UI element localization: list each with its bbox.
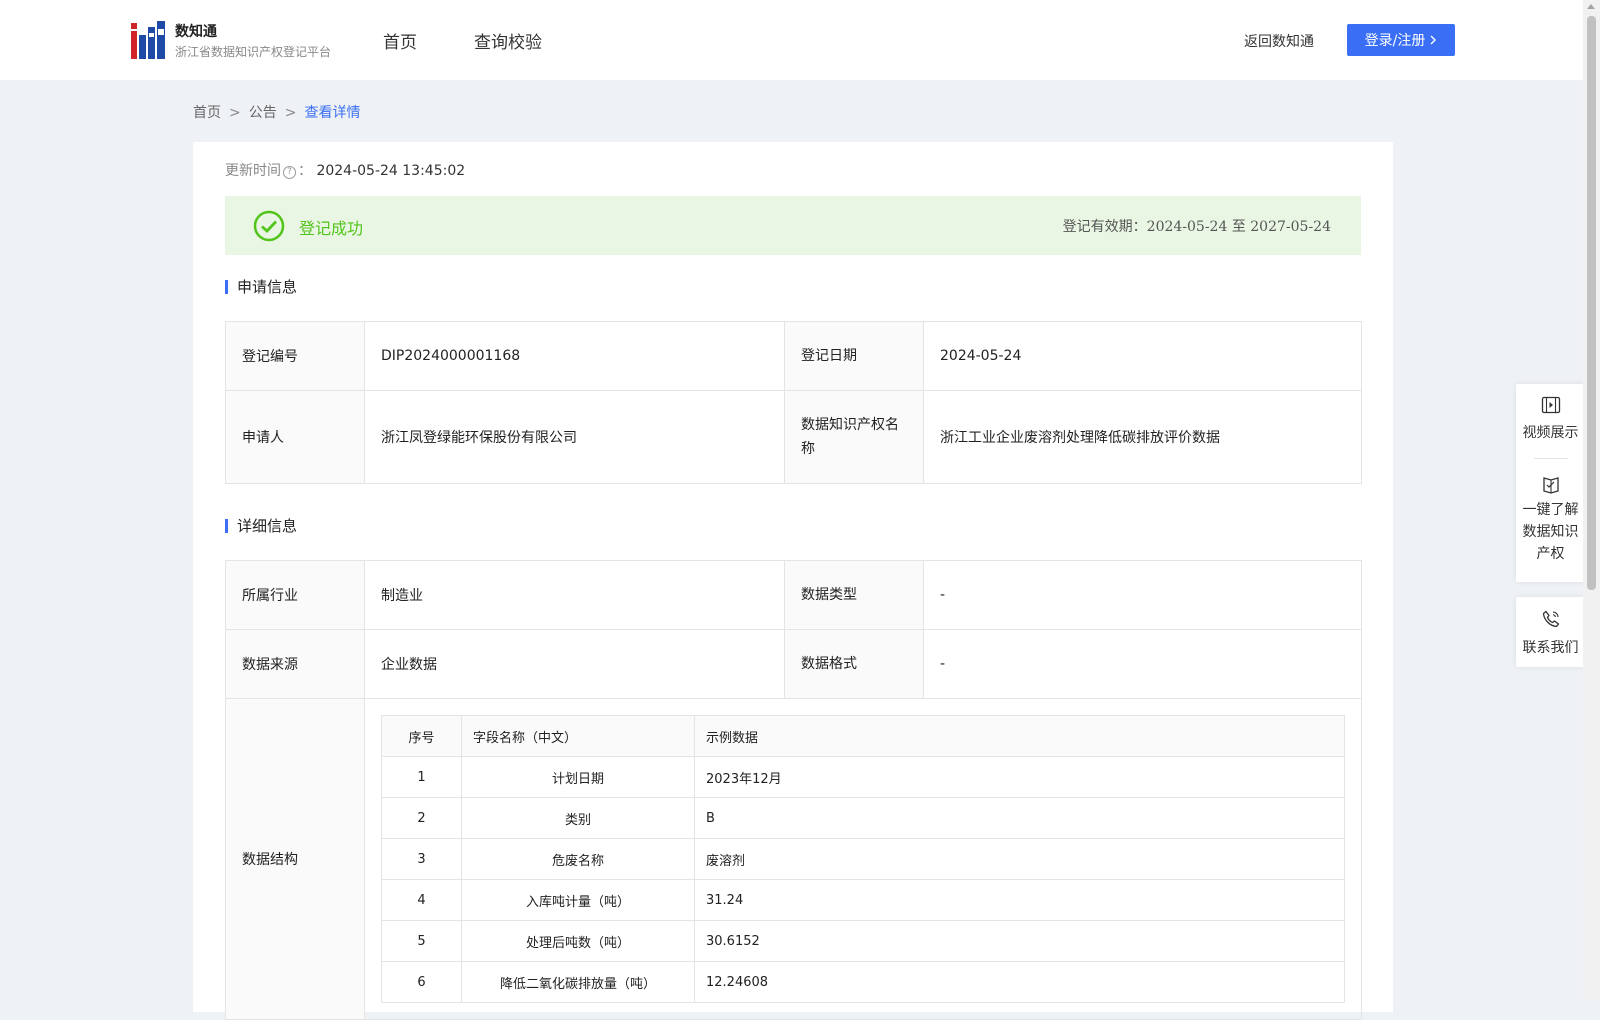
table-row: 1 计划日期 2023年12月 [381, 756, 1345, 798]
detail-info-table: 所属行业 制造业 数据类型 - 数据来源 企业数据 数据格式 - 数据结构 序号… [225, 560, 1362, 1020]
source-label: 数据来源 [225, 629, 365, 699]
table-row: 所属行业 制造业 数据类型 - [225, 560, 1362, 630]
back-to-shuzhitong-link[interactable]: 返回数知通 [1244, 31, 1314, 51]
structure-cell: 序号 字段名称（中文） 示例数据 1 计划日期 2023年12月 2 类别 B … [364, 698, 1362, 1020]
side-panel-primary: 视频展示 一键了解 数据知识 产权 [1516, 384, 1585, 582]
row-index: 2 [381, 797, 462, 839]
row-index: 1 [381, 756, 462, 798]
reg-date-label: 登记日期 [784, 321, 924, 391]
side-panel-contact: 联系我们 [1516, 597, 1585, 667]
video-icon [1541, 396, 1560, 414]
learn-data-ip-button[interactable]: 一键了解 数据知识 产权 [1516, 459, 1585, 565]
breadcrumb: 首页 > 公告 > 查看详情 [193, 105, 361, 121]
col-field-name-header: 字段名称（中文） [461, 715, 695, 757]
status-banner: 登记成功 登记有效期：2024-05-24 至 2027-05-24 [225, 196, 1361, 255]
nav-home[interactable]: 首页 [383, 28, 417, 53]
table-row: 数据结构 序号 字段名称（中文） 示例数据 1 计划日期 2023年12月 2 … [225, 698, 1362, 1020]
phone-icon [1542, 610, 1559, 628]
row-field-name: 危废名称 [461, 838, 695, 880]
book-icon [1542, 477, 1559, 494]
row-field-name: 入库吨计量（吨） [461, 879, 695, 921]
row-index: 3 [381, 838, 462, 880]
applicant-value: 浙江凤登绿能环保股份有限公司 [364, 390, 785, 484]
format-value: - [923, 629, 1362, 699]
ip-name-value: 浙江工业企业废溶剂处理降低碳排放评价数据 [923, 390, 1362, 484]
learn-line-2: 数据知识 [1522, 524, 1579, 540]
format-label: 数据格式 [784, 629, 924, 699]
site-logo[interactable] [131, 21, 165, 59]
brand-subtitle: 浙江省数据知识产权登记平台 [175, 45, 332, 59]
learn-line-1: 一键了解 [1522, 502, 1579, 518]
detail-card: 更新时间?： 2024-05-24 13:45:02 登记成功 登记有效期：20… [193, 142, 1393, 1020]
contact-us-label: 联系我们 [1522, 640, 1579, 656]
application-info-table: 登记编号 DIP2024000001168 登记日期 2024-05-24 申请… [225, 321, 1362, 484]
structure-table: 序号 字段名称（中文） 示例数据 1 计划日期 2023年12月 2 类别 B … [381, 715, 1345, 1003]
row-field-name: 类别 [461, 797, 695, 839]
application-info-title: 申请信息 [225, 280, 297, 295]
ip-name-label: 数据知识产权名称 [784, 390, 924, 484]
brand-name: 数知通 [175, 24, 217, 40]
help-icon[interactable]: ? [283, 165, 296, 179]
table-row: 3 危废名称 废溶剂 [381, 838, 1345, 880]
video-showcase-label: 视频展示 [1522, 425, 1579, 441]
col-sample-header: 示例数据 [694, 715, 1345, 757]
nav-query-verify[interactable]: 查询校验 [474, 28, 542, 53]
breadcrumb-current: 查看详情 [304, 105, 361, 121]
table-row: 6 降低二氧化碳排放量（吨） 12.24608 [381, 961, 1345, 1003]
industry-label: 所属行业 [225, 560, 365, 630]
reg-no-label: 登记编号 [225, 321, 365, 391]
table-row: 登记编号 DIP2024000001168 登记日期 2024-05-24 [225, 321, 1362, 391]
validity-value: 2024-05-24 至 2027-05-24 [1146, 219, 1331, 235]
chevron-right-icon [1430, 35, 1437, 45]
row-sample: 废溶剂 [694, 838, 1345, 880]
row-sample: 12.24608 [694, 961, 1345, 1003]
row-sample: 31.24 [694, 879, 1345, 921]
row-index: 4 [381, 879, 462, 921]
reg-date-value: 2024-05-24 [923, 321, 1362, 391]
row-field-name: 降低二氧化碳排放量（吨） [461, 961, 695, 1003]
validity-label: 登记有效期： [1062, 219, 1147, 235]
row-index: 5 [381, 920, 462, 962]
login-register-button[interactable]: 登录/注册 [1347, 24, 1455, 56]
row-sample: 2023年12月 [694, 756, 1345, 798]
scroll-thumb[interactable] [1587, 16, 1596, 590]
data-type-value: - [923, 560, 1362, 630]
industry-value: 制造业 [364, 560, 785, 630]
breadcrumb-notice[interactable]: 公告 [249, 105, 277, 121]
applicant-label: 申请人 [225, 390, 365, 484]
video-showcase-button[interactable]: 视频展示 [1516, 384, 1585, 458]
row-field-name: 处理后吨数（吨） [461, 920, 695, 962]
table-row: 5 处理后吨数（吨） 30.6152 [381, 920, 1345, 962]
check-circle-icon [253, 210, 285, 242]
row-index: 6 [381, 961, 462, 1003]
row-sample: B [694, 797, 1345, 839]
update-time: 更新时间?： 2024-05-24 13:45:02 [225, 163, 466, 179]
top-header: 数知通 浙江省数据知识产权登记平台 首页 查询校验 返回数知通 登录/注册 [0, 0, 1583, 80]
contact-us-button[interactable]: 联系我们 [1516, 597, 1585, 657]
update-time-value: 2024-05-24 13:45:02 [316, 163, 466, 179]
login-register-label: 登录/注册 [1364, 33, 1426, 49]
detail-info-title: 详细信息 [225, 519, 297, 534]
table-row: 4 入库吨计量（吨） 31.24 [381, 879, 1345, 921]
learn-line-3: 产权 [1536, 546, 1565, 562]
row-sample: 30.6152 [694, 920, 1345, 962]
table-row: 申请人 浙江凤登绿能环保股份有限公司 数据知识产权名称 浙江工业企业废溶剂处理降… [225, 390, 1362, 484]
data-type-label: 数据类型 [784, 560, 924, 630]
table-row: 数据来源 企业数据 数据格式 - [225, 629, 1362, 699]
breadcrumb-home[interactable]: 首页 [193, 105, 221, 121]
col-index-header: 序号 [381, 715, 462, 757]
row-field-name: 计划日期 [461, 756, 695, 798]
update-time-label: 更新时间 [225, 163, 281, 179]
scroll-up-arrow-icon[interactable] [1587, 4, 1595, 9]
structure-label: 数据结构 [225, 698, 365, 1020]
source-value: 企业数据 [364, 629, 785, 699]
table-row: 2 类别 B [381, 797, 1345, 839]
page-scrollbar[interactable] [1583, 0, 1600, 1000]
structure-header-row: 序号 字段名称（中文） 示例数据 [381, 715, 1345, 757]
status-text: 登记成功 [299, 219, 364, 238]
reg-no-value: DIP2024000001168 [364, 321, 785, 391]
validity-period: 登记有效期：2024-05-24 至 2027-05-24 [1063, 216, 1331, 236]
